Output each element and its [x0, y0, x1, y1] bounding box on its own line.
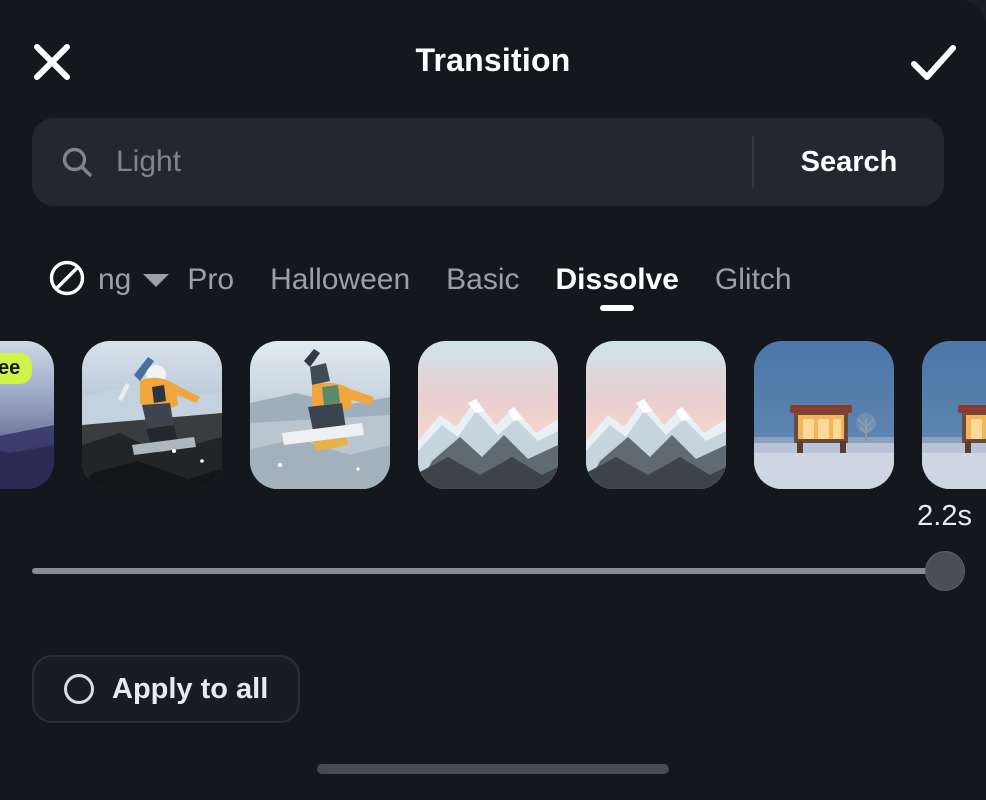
tab-label: Pro	[187, 263, 235, 296]
search-input[interactable]	[94, 118, 752, 206]
panel-header: Transition	[0, 0, 986, 112]
chevron-down-icon	[143, 273, 170, 287]
search-bar: Search	[32, 118, 944, 206]
thumbnail-image	[250, 341, 390, 489]
tab-label: Dissolve	[555, 263, 679, 296]
tab-dissolve[interactable]: Dissolve	[538, 263, 697, 311]
tab-glitch[interactable]: Glitch	[697, 263, 810, 297]
transition-thumbnail-snowboard-a[interactable]	[82, 341, 222, 489]
checkmark-icon	[908, 39, 960, 90]
thumbnail-image	[754, 341, 894, 489]
tab-label: Basic	[446, 263, 520, 296]
page-title: Transition	[415, 42, 571, 78]
transition-thumbnail-cabin-a[interactable]	[754, 341, 894, 489]
slider-thumb[interactable]	[926, 552, 964, 590]
transition-thumbnail-cabin-b[interactable]	[922, 341, 986, 489]
thumbnail-image	[922, 341, 986, 489]
tab-halloween[interactable]: Halloween	[252, 263, 428, 297]
apply-to-all-button[interactable]: Apply to all	[32, 655, 301, 723]
duration-slider[interactable]	[32, 552, 964, 590]
home-indicator	[317, 764, 669, 774]
tab-active-underline	[600, 305, 635, 311]
prohibition-none-icon	[48, 259, 86, 302]
radio-unchecked-icon	[64, 674, 94, 704]
category-tab-bar: ng Pro Halloween Basic Dissolve Glitch	[0, 244, 986, 316]
thumbnail-image	[82, 341, 222, 489]
transition-thumbnail-snowboard-b[interactable]	[250, 341, 390, 489]
category-group-label: ng	[98, 263, 132, 296]
transition-thumbnail-mountains-b[interactable]	[586, 341, 726, 489]
none-transition-button[interactable]	[48, 259, 86, 302]
transition-thumbnail-mountains-a[interactable]	[418, 341, 558, 489]
category-group-dropdown[interactable]: ng	[98, 263, 170, 297]
thumbnail-image	[418, 341, 558, 489]
transition-thumbnail-snowboard-purple[interactable]: Free	[0, 341, 54, 489]
tab-pro[interactable]: Pro	[169, 263, 252, 297]
free-badge: Free	[0, 353, 33, 384]
tab-label: Halloween	[270, 263, 411, 296]
transition-panel: Transition Search	[0, 0, 986, 800]
search-icon	[60, 145, 94, 179]
tab-basic[interactable]: Basic	[428, 263, 537, 297]
tab-label: Glitch	[714, 263, 792, 296]
transition-thumbnail-strip[interactable]: Free	[0, 341, 986, 493]
search-button[interactable]: Search	[754, 146, 944, 179]
confirm-button[interactable]	[904, 34, 964, 94]
apply-to-all-label: Apply to all	[112, 672, 269, 705]
thumbnail-image	[586, 341, 726, 489]
duration-value-label: 2.2s	[917, 500, 972, 532]
slider-track[interactable]	[32, 568, 964, 574]
